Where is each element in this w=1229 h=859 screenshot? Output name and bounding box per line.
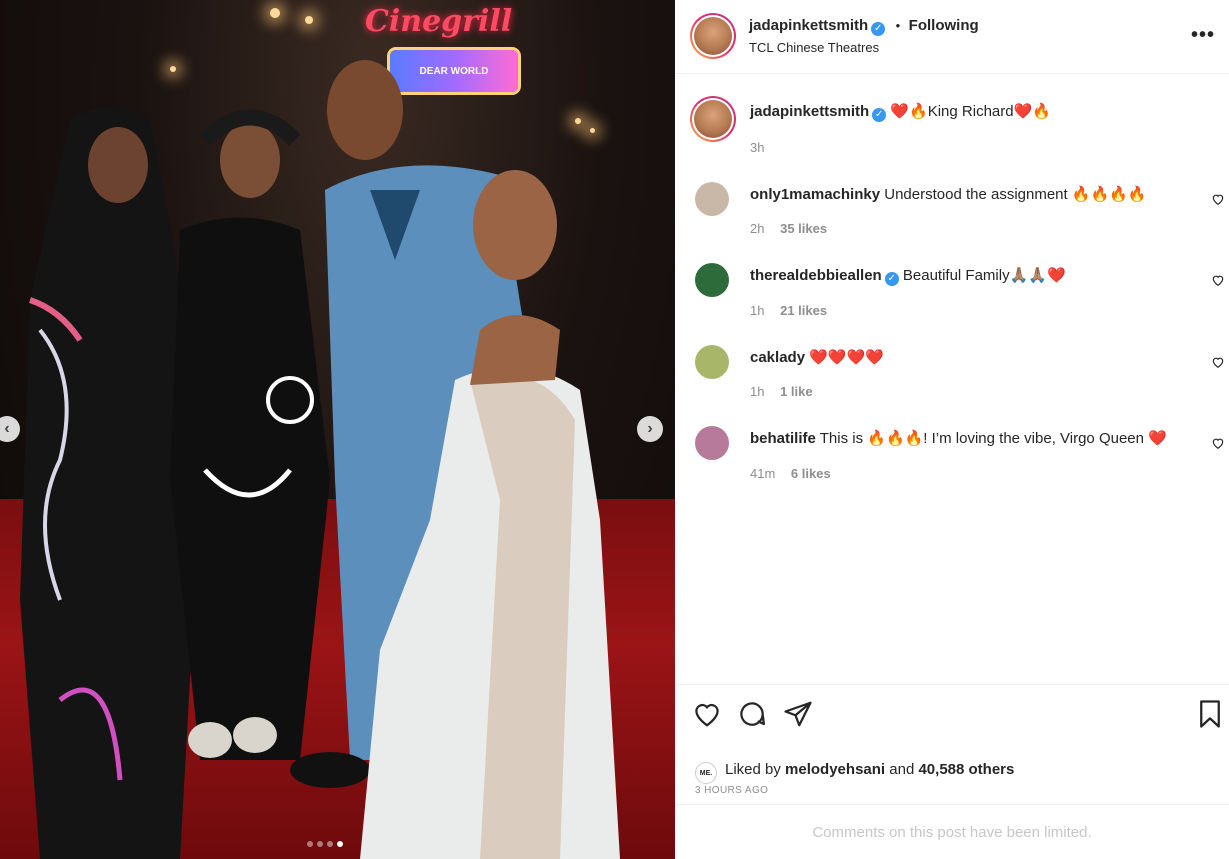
location-link[interactable]: TCL Chinese Theatres [749,40,879,55]
comments-limited-notice: Comments on this post have been limited. [675,804,1229,859]
following-button[interactable]: Following [909,17,979,34]
author-avatar[interactable] [690,96,736,142]
post-timestamp[interactable]: 3 HOURS AGO [695,785,768,796]
caption-text: ❤️🔥King Richard❤️🔥 [890,103,1051,120]
verified-icon: ✓ [884,272,899,286]
post-header: jadapinkettsmith ✓ • Following TCL Chines… [675,0,1229,74]
post-side-panel: jadapinkettsmith ✓ • Following TCL Chines… [675,0,1229,859]
commenter-avatar[interactable] [695,182,729,216]
commenter-avatar[interactable] [695,263,729,297]
carousel-dot [327,841,333,847]
comment-heart-icon[interactable] [1211,192,1225,206]
comment-likes[interactable]: 35 likes [780,221,827,236]
carousel-dot [307,841,313,847]
verified-icon: ✓ [872,108,887,122]
comment-heart-icon[interactable] [1211,273,1225,287]
comment-text: This is 🔥🔥🔥! I’m loving the vibe, Virgo … [819,430,1167,447]
comment-time[interactable]: 2h [750,221,764,236]
commenter-avatar[interactable] [695,426,729,460]
comment-heart-icon[interactable] [1211,355,1225,369]
likes-count[interactable]: 40,588 others [918,761,1014,778]
author-username[interactable]: jadapinkettsmith [749,17,868,34]
comment-likes[interactable]: 1 like [780,384,813,399]
comment-time[interactable]: 1h [750,303,764,318]
post-actions: ME. Liked by melodyehsani and 40,588 oth… [675,684,1229,804]
caption-time[interactable]: 3h [750,140,764,155]
comment-likes[interactable]: 21 likes [780,303,827,318]
separator-dot: • [895,18,901,33]
like-heart-icon[interactable] [692,699,722,729]
comment-time[interactable]: 41m [750,466,775,481]
comment-icon[interactable] [737,699,767,729]
comment-username[interactable]: caklady [750,349,805,366]
comment-text: Understood the assignment 🔥🔥🔥🔥 [884,186,1147,203]
comment-username[interactable]: only1mamachinky [750,186,880,203]
verified-icon: ✓ [871,22,886,36]
comment-text: ❤️❤️❤️❤️ [809,349,884,366]
liker-username[interactable]: melodyehsani [785,761,885,778]
likes-summary: Liked by melodyehsani and 40,588 others [725,761,1014,778]
share-icon[interactable] [783,699,813,729]
liker-avatar[interactable]: ME. [695,762,717,784]
comment-time[interactable]: 1h [750,384,764,399]
carousel-indicator [307,841,343,847]
people-illustration [20,60,620,859]
comment-heart-icon[interactable] [1211,436,1225,450]
carousel-dot-active [337,841,343,847]
post-photo[interactable]: Cinegrill DEAR WORLD ‹ › [0,0,675,859]
author-avatar[interactable] [690,13,736,59]
save-bookmark-icon[interactable] [1195,699,1225,729]
comment-username[interactable]: behatilife [750,430,816,447]
more-options-icon[interactable]: ••• [1191,24,1215,47]
liked-and-label: and [889,761,915,778]
liked-by-label: Liked by [725,761,781,778]
commenter-avatar[interactable] [695,345,729,379]
comment-username[interactable]: therealdebbieallen [750,267,882,284]
carousel-dot [317,841,323,847]
next-photo-button[interactable]: › [637,416,663,442]
caption-username[interactable]: jadapinkettsmith [750,103,869,120]
comment-likes[interactable]: 6 likes [791,466,831,481]
comment-text: Beautiful Family🙏🏽🙏🏽❤️ [902,267,1066,284]
